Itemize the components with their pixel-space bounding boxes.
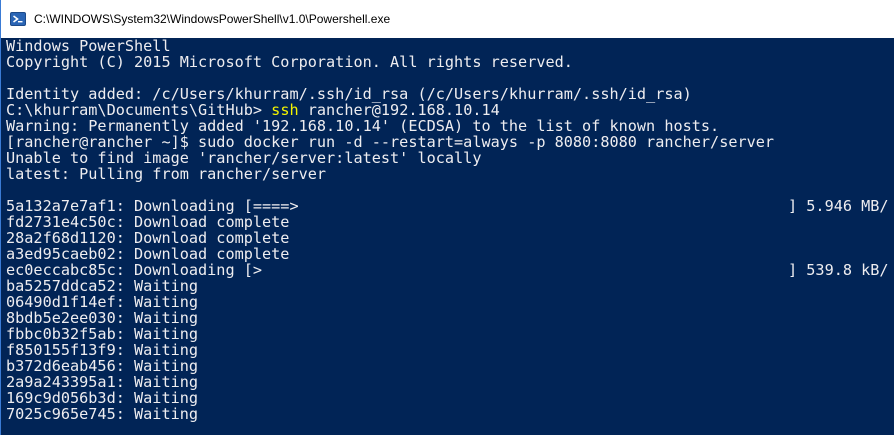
powershell-icon[interactable] — [10, 11, 26, 27]
layer-line: fbbc0b32f5ab: Waiting — [6, 326, 894, 342]
layer-line: f850155f13f9: Waiting — [6, 342, 894, 358]
layer-progress: ] 5.946 MB/ — [788, 197, 889, 215]
layer-line: 8bdb5e2ee030: Waiting — [6, 310, 894, 326]
title-bar[interactable]: C:\WINDOWS\System32\WindowsPowerShell\v1… — [1, 0, 894, 38]
layer-line: ba5257ddca52: Waiting — [6, 278, 894, 294]
layer-line: b372d6eab456: Waiting — [6, 358, 894, 374]
console-line-pulling: latest: Pulling from rancher/server — [6, 165, 327, 183]
layer-progress: ] 539.8 kB/ — [788, 261, 889, 279]
layer-line: fd2731e4c50c: Download complete — [6, 214, 894, 230]
layer-line: 28a2f68d1120: Download complete — [6, 230, 894, 246]
console-line-ssh-command: C:\khurram\Documents\GitHub> ssh rancher… — [6, 102, 894, 118]
layer-line: 2a9a243395a1: Waiting — [6, 374, 894, 390]
layer-line: ec0eccabc85c: Downloading [>] 539.8 kB/ — [6, 262, 894, 278]
console-line-remote-command: [rancher@rancher ~]$ sudo docker run -d … — [6, 133, 775, 151]
console-line-identity-added: Identity added: /c/Users/khurram/.ssh/id… — [6, 85, 692, 103]
console-line-warning: Warning: Permanently added '192.168.10.1… — [6, 117, 720, 135]
console-line-banner-title: Windows PowerShell — [6, 38, 171, 55]
powershell-window: C:\WINDOWS\System32\WindowsPowerShell\v1… — [0, 0, 894, 435]
console-output[interactable]: Windows PowerShell Copyright (C) 2015 Mi… — [1, 38, 894, 435]
console-line-copyright: Copyright (C) 2015 Microsoft Corporation… — [6, 53, 573, 71]
layer-line: 7025c965e745: Waiting — [6, 406, 894, 422]
layer-line: 169c9d056b3d: Waiting — [6, 390, 894, 406]
window-title: C:\WINDOWS\System32\WindowsPowerShell\v1… — [34, 12, 391, 26]
layer-line: 06490d1f14ef: Waiting — [6, 294, 894, 310]
layer-status: 7025c965e745: Waiting — [6, 405, 199, 423]
layer-line: 5a132a7e7af1: Downloading [====>] 5.946 … — [6, 198, 894, 214]
layer-line: a3ed95caeb02: Download complete — [6, 246, 894, 262]
console-line-unable-to-find: Unable to find image 'rancher/server:lat… — [6, 149, 482, 167]
